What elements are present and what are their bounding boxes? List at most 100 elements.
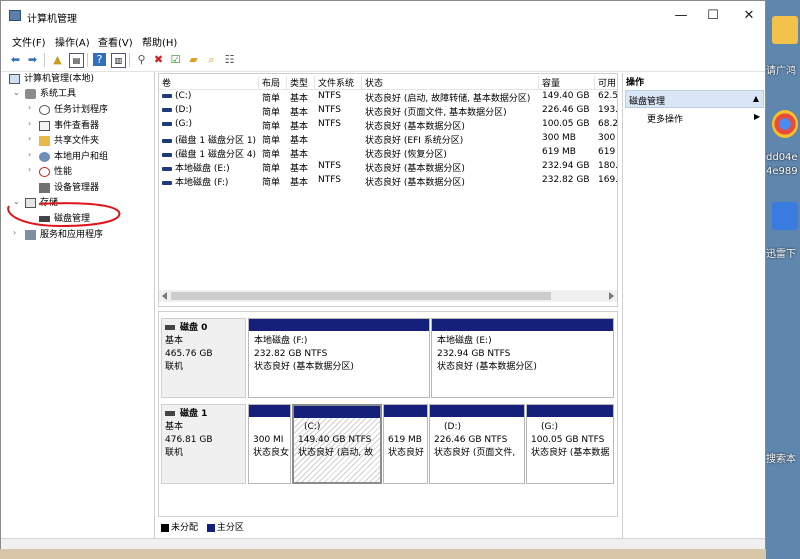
legend-unallocated: 未分配 [171, 523, 199, 533]
chevron-right-icon[interactable]: › [28, 134, 36, 143]
new-folder-icon[interactable]: ▰ [187, 53, 200, 66]
back-icon[interactable]: ⬅ [9, 53, 22, 66]
tree-item-system-tools[interactable]: 系统工具 [25, 87, 76, 101]
tools-icon [25, 88, 36, 99]
computer-management-icon [9, 10, 21, 21]
table-cell-status: 状态良好 (启动, 故障转储, 基本数据分区) [365, 94, 531, 104]
tree-item-event-viewer[interactable]: 事件查看器 [39, 119, 99, 133]
menu-action[interactable]: 操作(A) [55, 34, 90, 49]
partition-g[interactable]: (G:) 100.05 GB NTFS 状态良好 (基本数据 [526, 404, 614, 484]
disk-0-label[interactable]: 磁盘 0 基本 465.76 GB 联机 [161, 318, 246, 398]
table-row[interactable]: (磁盘 1 磁盘分区 4) 简单 基本 状态良好 (恢复分区) 619 MB 619 [159, 146, 617, 160]
partition-d[interactable]: (D:) 226.46 GB NTFS 状态良好 (页面文件, [429, 404, 525, 484]
partition-e[interactable]: 本地磁盘 (E:) 232.94 GB NTFS 状态良好 (基本数据分区) [431, 318, 614, 398]
partition-recovery[interactable]: 619 MB 状态良好 [383, 404, 428, 484]
column-capacity[interactable]: 容量 [539, 76, 595, 89]
event-viewer-icon [39, 120, 50, 131]
menu-file[interactable]: 文件(F) [12, 34, 46, 49]
partition-name: (C:) [304, 422, 321, 432]
chevron-right-icon[interactable]: › [28, 103, 36, 112]
partition-f[interactable]: 本地磁盘 (F:) 232.82 GB NTFS 状态良好 (基本数据分区) [248, 318, 430, 398]
table-cell-type: 基本 [290, 178, 309, 188]
table-cell-vol: (G:) [162, 119, 192, 129]
desktop-label: 迅雷下 [766, 249, 796, 260]
forward-icon[interactable]: ➡ [26, 53, 39, 66]
partition-size: 619 MB [388, 435, 422, 445]
clock-icon [39, 104, 50, 115]
folder-icon[interactable] [772, 16, 798, 44]
table-cell-vol: (磁盘 1 磁盘分区 1) [162, 133, 256, 146]
search-folder-icon[interactable]: ⌕ [205, 53, 218, 66]
partition-name: (D:) [444, 422, 461, 432]
maximize-button[interactable]: ☐ [703, 7, 723, 25]
table-row[interactable]: 本地磁盘 (F:) 简单 基本 NTFS 状态良好 (基本数据分区) 232.82 GB 1… [159, 174, 617, 188]
partition-name: (G:) [541, 422, 559, 432]
desktop-label: dd04e [766, 152, 798, 163]
volume-icon [162, 166, 172, 171]
chevron-right-icon[interactable]: › [28, 119, 36, 128]
chevron-right-icon[interactable]: › [28, 150, 36, 159]
menu-help[interactable]: 帮助(H) [142, 34, 177, 49]
thunder-icon[interactable] [772, 202, 798, 230]
action-disk-management[interactable]: 磁盘管理 ▲ [625, 90, 764, 108]
table-cell-free: 62.5 [598, 91, 618, 101]
tree-item-task-scheduler[interactable]: 任务计划程序 [39, 103, 108, 117]
table-cell-vol: 本地磁盘 (F:) [162, 175, 228, 188]
horizontal-scrollbar[interactable] [159, 290, 617, 302]
column-volume[interactable]: 卷 [159, 76, 259, 89]
check-icon[interactable]: ☑ [169, 53, 182, 66]
partition-c-selected[interactable]: (C:) 149.40 GB NTFS 状态良好 (启动, 故 [292, 404, 382, 484]
menu-view[interactable]: 查看(V) [98, 34, 133, 49]
table-row[interactable]: (C:) 简单 基本 NTFS 状态良好 (启动, 故障转储, 基本数据分区) 149.4… [159, 90, 618, 104]
legend: 未分配 主分区 [158, 520, 618, 534]
tree-item-performance[interactable]: 性能 [39, 165, 72, 179]
partition-name: 本地磁盘 (F:) [254, 336, 308, 346]
table-cell-free: 68.2 [598, 119, 618, 129]
disk-0-type: 基本 [165, 336, 184, 346]
show-hide-tree-icon[interactable]: ▤ [69, 53, 84, 68]
column-free[interactable]: 可用 [595, 76, 617, 89]
table-row[interactable]: (磁盘 1 磁盘分区 1) 简单 基本 状态良好 (EFI 系统分区) 300 MB 30… [159, 132, 617, 146]
chrome-icon[interactable] [772, 110, 798, 138]
tree-item-shared-folders[interactable]: 共享文件夹 [39, 134, 99, 148]
connect-icon[interactable]: ⚲ [135, 53, 148, 66]
tree-item-local-users[interactable]: 本地用户和组 [39, 150, 108, 164]
table-cell-cap: 100.05 GB [542, 119, 590, 129]
desktop-label: 请广鸿 [766, 66, 796, 77]
partition-size: 100.05 GB NTFS [531, 435, 605, 445]
column-type[interactable]: 类型 [287, 76, 315, 89]
partition-efi[interactable]: 300 MI 状态良女 [248, 404, 291, 484]
performance-icon [39, 166, 50, 177]
properties-icon[interactable]: ▥ [111, 53, 126, 68]
column-filesystem[interactable]: 文件系统 [315, 76, 362, 89]
table-cell-type: 基本 [290, 94, 309, 104]
minimize-button[interactable]: — [671, 7, 691, 25]
action-more[interactable]: 更多操作 [647, 112, 683, 125]
table-cell-type: 基本 [290, 108, 309, 118]
chevron-right-icon[interactable]: › [28, 165, 36, 174]
navigation-tree: 计算机管理(本地) ⌄ 系统工具 › 任务计划程序 › 事件查看器 › 共享文件… [3, 72, 155, 538]
partition-status: 状态良好 (基本数据分区) [437, 362, 537, 372]
table-row[interactable]: (D:) 简单 基本 NTFS 状态良好 (页面文件, 基本数据分区) 226.46 GB… [159, 104, 617, 118]
collapse-icon[interactable]: ▲ [753, 94, 759, 103]
tree-item-root[interactable]: 计算机管理(本地) [9, 72, 94, 86]
table-row[interactable]: (G:) 简单 基本 NTFS 状态良好 (基本数据分区) 100.05 GB 68.2 [159, 118, 618, 132]
up-folder-icon[interactable]: ▲ [51, 53, 64, 66]
list-view-icon[interactable]: ☷ [223, 53, 236, 66]
table-row[interactable]: 本地磁盘 (E:) 简单 基本 NTFS 状态良好 (基本数据分区) 232.94 GB 1… [159, 160, 617, 174]
tree-label: 系统工具 [40, 89, 77, 99]
volume-list: 卷 布局 类型 文件系统 状态 容量 可用 (C:) 简单 基本 NTFS 状态良好 (… [158, 73, 618, 307]
table-cell-type: 基本 [290, 136, 309, 146]
tree-item-device-manager[interactable]: 设备管理器 [39, 181, 99, 195]
chevron-down-icon[interactable]: ⌄ [13, 88, 21, 97]
close-button[interactable]: ✕ [739, 7, 759, 25]
column-status[interactable]: 状态 [362, 76, 539, 89]
title-bar: 计算机管理 — ☐ ✕ [1, 1, 765, 31]
help-icon[interactable]: ? [93, 53, 106, 66]
desktop-label: 4e989 [766, 166, 798, 177]
column-layout[interactable]: 布局 [259, 76, 287, 89]
chevron-right-icon[interactable]: ▶ [754, 112, 760, 121]
partition-status: 状态良好 (基本数据 [531, 448, 610, 458]
disk-1-label[interactable]: 磁盘 1 基本 476.81 GB 联机 [161, 404, 246, 484]
delete-icon[interactable]: ✖ [152, 53, 165, 66]
